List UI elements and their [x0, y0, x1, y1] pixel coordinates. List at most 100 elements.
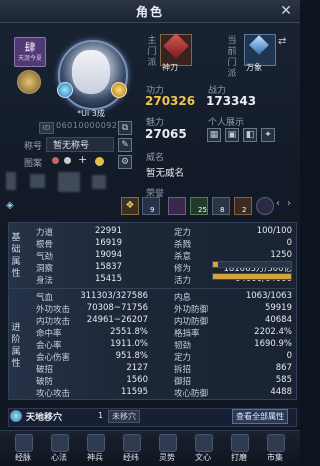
adv-right-1-value: 59919 — [264, 303, 292, 313]
adv-left-3-value: 2551.8% — [110, 327, 148, 337]
basic-side-label: 基础属性 — [11, 233, 21, 279]
honor-prev-icon[interactable]: ‹ — [276, 198, 280, 209]
player-id: 06010000092 — [56, 121, 118, 130]
pattern-settings-button[interactable]: ⚙ — [118, 155, 132, 169]
basic-right-3-label: 修为 — [174, 264, 192, 274]
nav-label: 经纬 — [123, 453, 139, 462]
adv-right-5-value: 0 — [286, 351, 292, 361]
avatar-portrait — [72, 50, 110, 94]
adv-right-0-value: 1063/1063 — [245, 291, 292, 301]
latitude-icon — [123, 434, 141, 452]
honor-count-4: 2 — [242, 206, 247, 214]
player-name: *Ui 3成 — [77, 109, 105, 118]
copy-id-button[interactable]: ⧉ — [118, 121, 132, 135]
pattern-white-icon[interactable] — [64, 157, 71, 164]
adv-right-4-label: 韧劲 — [174, 341, 192, 351]
basic-right-4-label: 活力 — [174, 276, 192, 286]
rank-badge[interactable]: 肆 天涯今夏 — [14, 37, 46, 67]
adv-left-2-value: 24961~26207 — [86, 315, 148, 325]
adv-right-5-label: 定力 — [174, 353, 192, 363]
id-tag: ID — [39, 122, 54, 134]
gem-icon — [57, 82, 73, 98]
nav-item-7[interactable]: 市集 — [258, 432, 292, 465]
basic-left-0-value: 22991 — [94, 226, 122, 236]
honor-count-3: 8 — [220, 206, 225, 214]
rank-badge-sub: 天涯今夏 — [17, 55, 42, 62]
wanxiang-icon — [249, 35, 269, 55]
honor-purple-icon[interactable] — [168, 197, 186, 215]
view-all-attributes-button[interactable]: 查看全部属性 — [232, 409, 288, 424]
current-school-label: 当前门派 — [227, 36, 237, 79]
blurred-region — [6, 172, 16, 190]
nav-item-3[interactable]: 经纬 — [114, 432, 148, 465]
diamond-icon: ◈ — [6, 200, 14, 211]
basic-left-3-value: 15837 — [94, 262, 122, 272]
pattern-red-icon[interactable] — [52, 157, 59, 164]
pattern-label: 图案 — [24, 159, 43, 169]
honor-gold-icon[interactable]: ❖ — [121, 197, 139, 215]
acupoint-status: 未移穴 — [108, 410, 140, 423]
adv-right-4-value: 1690.9% — [254, 339, 292, 349]
adv-right-7-label: 御招 — [174, 377, 192, 387]
medal-icon[interactable] — [17, 70, 41, 94]
pattern-gold-icon[interactable] — [95, 157, 104, 166]
honor-count-2: 25 — [198, 206, 207, 214]
adv-left-0-label: 气血 — [36, 293, 54, 303]
edit-title-button[interactable]: ✎ — [118, 138, 132, 152]
honor-round-icon[interactable] — [256, 197, 274, 215]
spirit-icon — [159, 434, 177, 452]
nav-item-0[interactable]: 经脉 — [6, 432, 40, 465]
adv-left-4-value: 1911.0% — [110, 339, 148, 349]
adv-right-3-label: 格挡率 — [174, 329, 200, 339]
display-label: 个人展示 — [208, 118, 245, 128]
basic-right-0-value: 100/100 — [256, 226, 292, 236]
adv-left-7-value: 1560 — [126, 375, 148, 385]
window-title: 角色 — [135, 5, 164, 19]
basic-left-1-value: 16919 — [94, 238, 122, 248]
nav-label: 文心 — [195, 453, 211, 462]
wenxin-icon — [195, 434, 213, 452]
adv-right-8-value: 4488 — [270, 387, 292, 397]
blurred-region — [92, 175, 106, 189]
gongli-value: 270326 — [145, 94, 196, 108]
blurred-region — [58, 172, 80, 192]
display-slot-3[interactable]: ◧ — [243, 128, 257, 142]
blade-icon — [163, 33, 189, 59]
switch-school-icon[interactable]: ⇄ — [278, 36, 286, 47]
fame-label: 威名 — [146, 153, 165, 163]
nav-item-2[interactable]: 神兵 — [78, 432, 112, 465]
nav-label: 市集 — [267, 453, 283, 462]
adv-left-6-value: 2127 — [126, 363, 148, 373]
adv-right-7-value: 585 — [275, 375, 292, 385]
honor-next-icon[interactable]: › — [287, 198, 291, 209]
basic-right-0-label: 定力 — [174, 228, 192, 238]
adv-left-0-value: 311303/327586 — [80, 291, 148, 301]
adv-right-2-value: 40684 — [264, 315, 292, 325]
adv-left-6-label: 破招 — [36, 365, 54, 375]
close-icon[interactable]: ✕ — [278, 3, 294, 19]
nav-label: 神兵 — [87, 453, 103, 462]
nav-label: 心法 — [51, 453, 67, 462]
nav-item-5[interactable]: 文心 — [186, 432, 220, 465]
advanced-side-label: 进阶属性 — [11, 323, 21, 369]
zhanli-value: 173343 — [206, 94, 257, 108]
nav-label: 灵势 — [159, 453, 175, 462]
basic-right-2-value: 1250 — [270, 250, 292, 260]
display-slot-1[interactable]: ▦ — [207, 128, 221, 142]
acupoint-name: 天地移穴 — [26, 413, 63, 423]
nav-item-6[interactable]: 打磨 — [222, 432, 256, 465]
title-label: 称号 — [24, 142, 43, 152]
main-school-name: 神刀 — [162, 63, 178, 72]
adv-left-8-value: 11595 — [120, 387, 148, 397]
basic-left-2-value: 19094 — [94, 250, 122, 260]
display-slot-4[interactable]: ✦ — [261, 128, 275, 142]
meridian-icon — [15, 434, 33, 452]
add-pattern-icon[interactable]: + — [78, 153, 87, 166]
nav-label: 打磨 — [231, 453, 247, 462]
nav-item-1[interactable]: 心法 — [42, 432, 76, 465]
nav-item-4[interactable]: 灵势 — [150, 432, 184, 465]
basic-right-2-label: 杀意 — [174, 252, 192, 262]
display-slot-2[interactable]: ▣ — [225, 128, 239, 142]
adv-left-5-value: 951.8% — [115, 351, 148, 361]
adv-right-6-label: 拆招 — [174, 365, 192, 375]
